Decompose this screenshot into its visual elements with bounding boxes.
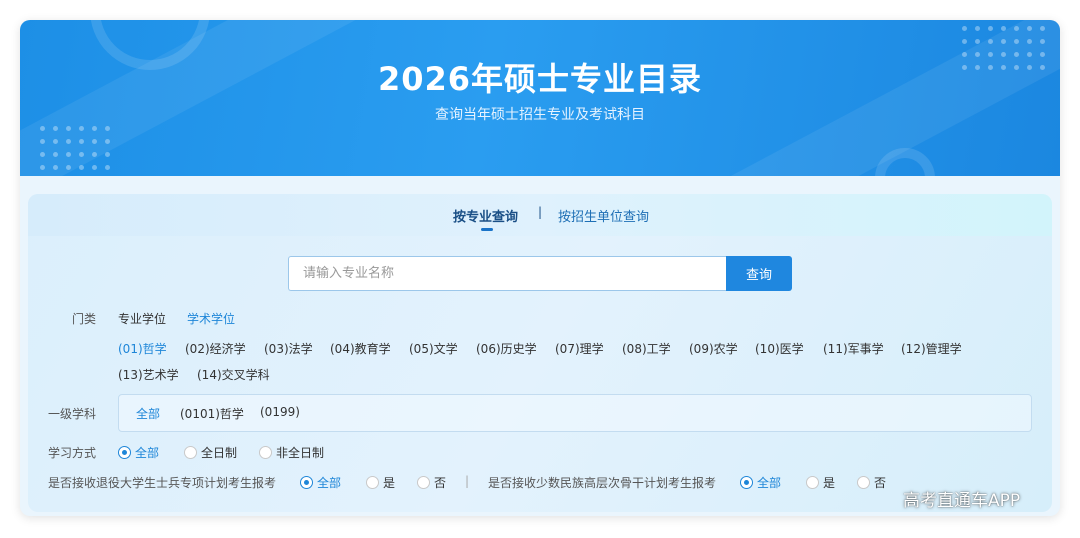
radio-label: 非全日制	[276, 446, 325, 460]
discipline-item[interactable]: (12)管理学	[901, 340, 962, 357]
radio-icon	[366, 476, 379, 489]
radio-label: 否	[434, 476, 447, 490]
discipline-item[interactable]: (05)文学	[409, 340, 458, 357]
radio-selected-icon	[118, 446, 131, 459]
degree-academic[interactable]: 学术学位	[187, 310, 235, 327]
catalog-card: 2026年硕士专业目录 查询当年硕士招生专业及考试科目 按专业查询 | 按招生单…	[20, 20, 1060, 516]
first-level-option[interactable]: (0199)	[260, 405, 300, 419]
first-level-label: 一级学科	[48, 407, 97, 421]
search-button[interactable]: 查询	[726, 256, 792, 291]
radio-label: 全部	[317, 476, 342, 490]
query-tabs: 按专业查询 | 按招生单位查询	[28, 194, 1052, 236]
first-level-options	[118, 394, 1032, 432]
radio-icon	[806, 476, 819, 489]
veteran-plan-label: 是否接收退役大学生士兵专项计划考生报考	[48, 476, 277, 490]
row-divider: |	[465, 474, 470, 488]
radio-label: 全部	[757, 476, 782, 490]
radio-label: 是	[823, 476, 836, 490]
discipline-item[interactable]: (02)经济学	[185, 340, 246, 357]
discipline-item[interactable]: (06)历史学	[476, 340, 537, 357]
radio-icon	[857, 476, 870, 489]
radio-selected-icon	[740, 476, 753, 489]
discipline-item[interactable]: (07)理学	[555, 340, 604, 357]
study-mode-all[interactable]: 全部	[118, 444, 159, 461]
minority-plan-yes[interactable]: 是	[806, 474, 835, 491]
radio-selected-icon	[300, 476, 313, 489]
first-level-option[interactable]: 全部	[136, 405, 160, 422]
discipline-item[interactable]: (11)军事学	[823, 340, 884, 357]
query-panel: 按专业查询 | 按招生单位查询 查询 门类 专业学位 学术学位 (01)哲学 (…	[28, 194, 1052, 512]
tab-by-major[interactable]: 按专业查询	[453, 206, 518, 231]
degree-professional[interactable]: 专业学位	[118, 310, 166, 327]
veteran-plan-no[interactable]: 否	[417, 474, 446, 491]
radio-label: 是	[383, 476, 396, 490]
discipline-item[interactable]: (03)法学	[264, 340, 313, 357]
discipline-item[interactable]: (08)工学	[622, 340, 671, 357]
radio-label: 全日制	[201, 446, 238, 460]
discipline-item[interactable]: (09)农学	[689, 340, 738, 357]
tab-by-institution[interactable]: 按招生单位查询	[558, 206, 649, 225]
minority-plan-all[interactable]: 全部	[740, 474, 781, 491]
radio-label: 否	[874, 476, 887, 490]
study-mode-label: 学习方式	[48, 446, 97, 460]
minority-plan-no[interactable]: 否	[857, 474, 886, 491]
page-title: 2026年硕士专业目录	[377, 60, 703, 98]
study-mode-fulltime[interactable]: 全日制	[184, 444, 237, 461]
discipline-item[interactable]: (04)教育学	[330, 340, 391, 357]
discipline-item[interactable]: (14)交叉学科	[197, 366, 270, 383]
dot-pattern	[40, 126, 110, 170]
major-search-input[interactable]	[288, 256, 726, 291]
radio-icon	[184, 446, 197, 459]
veteran-plan-all[interactable]: 全部	[300, 474, 341, 491]
radio-icon	[417, 476, 430, 489]
discipline-item[interactable]: (10)医学	[755, 340, 804, 357]
radio-icon	[259, 446, 272, 459]
header-banner: 2026年硕士专业目录 查询当年硕士招生专业及考试科目	[20, 20, 1060, 176]
veteran-plan-yes[interactable]: 是	[366, 474, 395, 491]
category-label: 门类	[72, 312, 97, 326]
minority-plan-label: 是否接收少数民族高层次骨干计划考生报考	[488, 476, 717, 490]
watermark-text: 高考直通车APP	[903, 491, 1021, 511]
first-level-option[interactable]: (0101)哲学	[180, 405, 244, 422]
discipline-item[interactable]: (13)艺术学	[118, 366, 179, 383]
tab-separator: |	[538, 205, 543, 219]
page-subtitle: 查询当年硕士招生专业及考试科目	[435, 107, 645, 123]
study-mode-parttime[interactable]: 非全日制	[259, 444, 324, 461]
radio-label: 全部	[135, 446, 160, 460]
discipline-item[interactable]: (01)哲学	[118, 340, 167, 357]
